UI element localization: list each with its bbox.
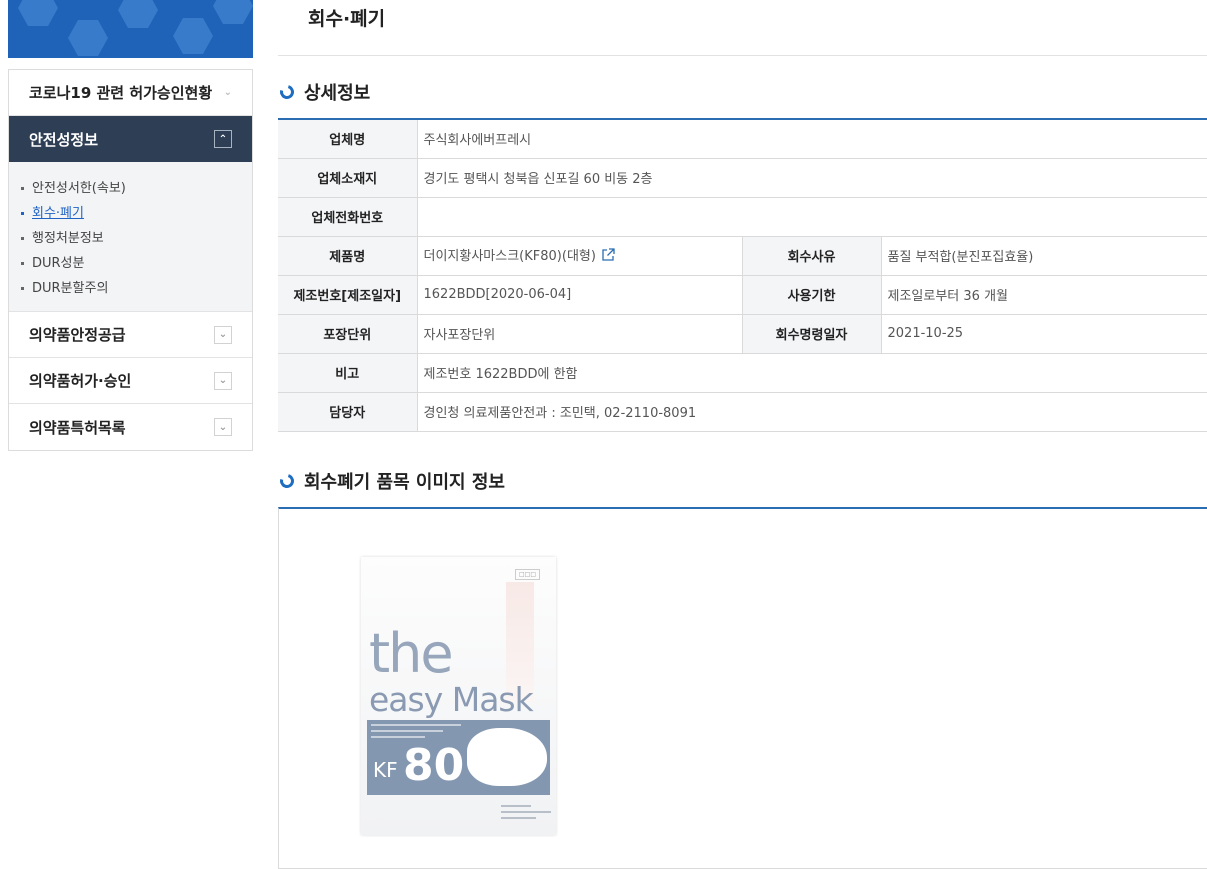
submenu-item-dur-split[interactable]: DUR분할주의 <box>21 276 240 301</box>
contact-label: 담당자 <box>278 392 418 432</box>
lot-label: 제조번호[제조일자] <box>278 275 418 315</box>
sidebar-item-label: 코로나19 관련 허가승인현황 <box>29 84 213 102</box>
table-row: 비고 제조번호 1622BDD에 한함 <box>278 353 1207 393</box>
phone-label: 업체전화번호 <box>278 197 418 237</box>
sidebar-nav: 코로나19 관련 허가승인현황 ⌄ 안전성정보 ⌃ 안전성서한(속보) 회수·폐… <box>8 69 253 451</box>
note-value: 제조번호 1622BDD에 한함 <box>417 353 1207 393</box>
pack-bottom-fine-print <box>501 805 551 823</box>
address-value: 경기도 평택시 청북읍 신포길 60 비동 2층 <box>417 158 1207 198</box>
table-row: 업체소재지 경기도 평택시 청북읍 신포길 60 비동 2층 <box>278 158 1207 198</box>
sidebar-item-label: 의약품특허목록 <box>29 418 126 437</box>
pack-text-easy-mask: easy Mask <box>369 680 534 719</box>
sidebar-item-supply[interactable]: 의약품안정공급 ⌄ <box>9 312 252 358</box>
section-image-heading: 회수폐기 품목 이미지 정보 <box>277 468 505 494</box>
page-title: 회수·폐기 <box>308 8 386 30</box>
table-row: 담당자 경인청 의료제품안전과 : 조민택, 02-2110-8091 <box>278 392 1207 432</box>
submenu-item-recall[interactable]: 회수·폐기 <box>21 201 240 226</box>
submenu-item-safety-letter[interactable]: 안전성서한(속보) <box>21 176 240 201</box>
contact-value: 경인청 의료제품안전과 : 조민택, 02-2110-8091 <box>417 392 1207 432</box>
sidebar-item-covid19[interactable]: 코로나19 관련 허가승인현황 ⌄ <box>9 70 252 116</box>
pack-value: 자사포장단위 <box>417 314 742 354</box>
sidebar-item-label: 의약품허가·승인 <box>29 372 132 390</box>
recall-detail-table: 업체명 주식회사에버프레시 업체소재지 경기도 평택시 청북읍 신포길 60 비… <box>278 118 1207 432</box>
reason-value: 품질 부적합(분진포집효율) <box>881 236 1207 276</box>
title-divider <box>278 55 1207 56</box>
sidebar-banner <box>8 0 253 58</box>
pack-text-grade: 80 <box>403 740 465 791</box>
mask-illustration <box>467 728 547 786</box>
order-date-value: 2021-10-25 <box>881 314 1207 354</box>
sidebar-item-approval[interactable]: 의약품허가·승인 ⌄ <box>9 358 252 404</box>
pack-tag: □□□ <box>514 569 540 580</box>
table-row: 업체전화번호 <box>278 197 1207 237</box>
table-row: 제조번호[제조일자] 1622BDD[2020-06-04] 사용기한 제조일로… <box>278 275 1207 315</box>
sidebar-item-patent[interactable]: 의약품특허목록 ⌄ <box>9 404 252 450</box>
chevron-down-icon[interactable]: ⌄ <box>214 371 232 390</box>
section-title: 회수폐기 품목 이미지 정보 <box>304 472 505 493</box>
chevron-down-icon[interactable]: ⌄ <box>214 325 232 344</box>
pack-text-the: the <box>369 622 454 685</box>
submenu-item-dur-ingredient[interactable]: DUR성분 <box>21 251 240 276</box>
sidebar-item-label: 안전성정보 <box>29 130 99 149</box>
chevron-down-icon[interactable]: ⌄ <box>214 418 232 436</box>
table-row: 제품명 더이지황사마스크(KF80)(대형) 회수사유 품질 부적합(분진포집효… <box>278 236 1207 276</box>
product-name-link[interactable]: 더이지황사마스크(KF80)(대형) <box>424 249 596 264</box>
pack-label: 포장단위 <box>278 314 418 354</box>
reason-label: 회수사유 <box>741 236 882 276</box>
table-row: 포장단위 자사포장단위 회수명령일자 2021-10-25 <box>278 314 1207 354</box>
sidebar-item-safety[interactable]: 안전성정보 ⌃ <box>9 116 252 162</box>
pack-band: KF 80 <box>367 720 550 795</box>
refresh-ring-icon <box>277 471 297 491</box>
pack-text-kf: KF <box>373 758 398 782</box>
expiry-label: 사용기한 <box>741 275 882 315</box>
refresh-ring-icon <box>277 82 297 102</box>
chevron-down-icon: ⌄ <box>223 87 232 98</box>
product-cell: 더이지황사마스크(KF80)(대형) <box>417 236 742 276</box>
expiry-value: 제조일로부터 36 개월 <box>881 275 1207 315</box>
lot-value: 1622BDD[2020-06-04] <box>417 275 742 315</box>
product-image-box: □□□ the easy Mask KF 80 <box>278 507 1207 869</box>
company-value: 주식회사에버프레시 <box>417 119 1207 159</box>
external-link-icon[interactable] <box>601 248 615 266</box>
product-image[interactable]: □□□ the easy Mask KF 80 <box>361 557 556 835</box>
submenu-item-admin-action[interactable]: 행정처분정보 <box>21 226 240 251</box>
sidebar-item-label: 의약품안정공급 <box>29 326 126 344</box>
table-row: 업체명 주식회사에버프레시 <box>278 119 1207 159</box>
product-label: 제품명 <box>278 236 418 276</box>
section-title: 상세정보 <box>304 83 371 104</box>
address-label: 업체소재지 <box>278 158 418 198</box>
section-detail-heading: 상세정보 <box>277 79 371 105</box>
note-label: 비고 <box>278 353 418 393</box>
chevron-up-icon[interactable]: ⌃ <box>214 130 232 148</box>
phone-value <box>417 197 1207 237</box>
company-label: 업체명 <box>278 119 418 159</box>
safety-submenu: 안전성서한(속보) 회수·폐기 행정처분정보 DUR성분 DUR분할주의 <box>9 162 252 312</box>
order-date-label: 회수명령일자 <box>741 314 882 354</box>
